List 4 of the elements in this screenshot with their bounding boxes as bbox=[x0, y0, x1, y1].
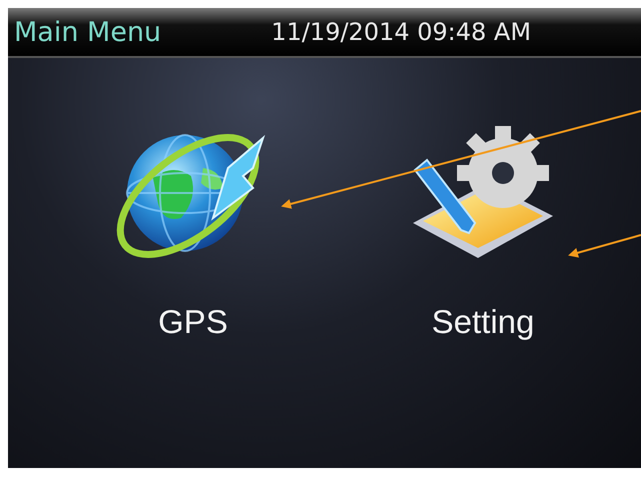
menu-item[interactable]: GPS bbox=[103, 98, 283, 341]
date-time: 11/19/2014 09:48 AM bbox=[271, 18, 532, 46]
screen-title: Main Menu bbox=[14, 16, 162, 48]
menu-item[interactable]: Setting bbox=[393, 98, 573, 341]
